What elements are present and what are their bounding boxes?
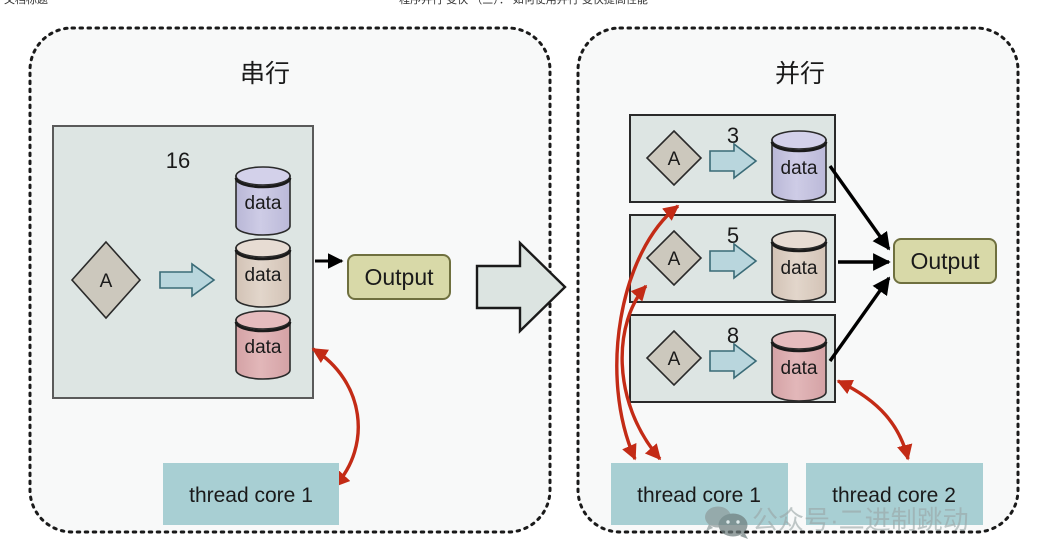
parallel-row-1-node-label: A: [668, 149, 681, 170]
left-panel: 串行 16 A data data data Output thread cor…: [28, 26, 552, 534]
top-banner-center-text: 程序并行 变快 （三）： 如何使用并行 变快提高性能: [399, 0, 648, 6]
right-thread-core-2-label: thread core 2: [832, 484, 956, 507]
parallel-row-1-count: 3: [727, 123, 739, 148]
right-panel: 并行 A 3 data A 5 data A 8 data Output thr…: [576, 26, 1020, 534]
parallel-row-1-cylinder: data: [770, 130, 828, 202]
left-thread-core-1-label: thread core 1: [189, 484, 313, 507]
parallel-row-2-count: 5: [727, 223, 739, 248]
parallel-row-3-count: 8: [727, 323, 739, 348]
left-panel-title: 串行: [240, 60, 290, 88]
parallel-row-3-cylinder-label: data: [781, 358, 818, 379]
serial-node-label: A: [100, 271, 113, 292]
parallel-row-3-node-label: A: [668, 349, 681, 370]
serial-cylinder-2: data: [234, 238, 292, 308]
left-thread-core-1[interactable]: thread core 1: [163, 463, 339, 525]
right-output-label: Output: [910, 248, 980, 274]
serial-cylinder-1-label: data: [245, 193, 282, 214]
serial-cylinder-1: data: [234, 166, 292, 236]
right-output-box[interactable]: Output: [893, 238, 997, 284]
watermark-text: 公众号·二进制跳动: [752, 505, 969, 535]
serial-cylinder-3: data: [234, 310, 292, 380]
left-output-box[interactable]: Output: [347, 254, 451, 300]
parallel-row-2-cylinder-label: data: [781, 258, 818, 279]
right-panel-title: 并行: [775, 60, 825, 88]
top-banner-strip: 文档标题 程序并行 变快 （三）： 如何使用并行 变快提高性能: [0, 0, 1047, 16]
parallel-row-3: A 8 data: [629, 314, 836, 403]
left-output-label: Output: [364, 264, 434, 290]
parallel-row-2-node-label: A: [668, 249, 681, 270]
serial-cylinder-3-label: data: [245, 337, 282, 358]
serial-cylinder-2-label: data: [245, 265, 282, 286]
serial-group-box: 16 A data data data: [52, 125, 314, 399]
parallel-row-1-cylinder-label: data: [781, 158, 818, 179]
parallel-row-2-cylinder: data: [770, 230, 828, 302]
diagram-area: 串行 16 A data data data Output thread cor…: [0, 16, 1047, 544]
parallel-row-3-cylinder: data: [770, 330, 828, 402]
right-thread-core-1-label: thread core 1: [637, 484, 761, 507]
parallel-row-1: A 3 data: [629, 114, 836, 203]
screenshot-canvas: 文档标题 程序并行 变快 （三）： 如何使用并行 变快提高性能 串行 16 A …: [0, 0, 1047, 544]
serial-count-label: 16: [166, 148, 190, 173]
parallel-row-2: A 5 data: [629, 214, 836, 303]
